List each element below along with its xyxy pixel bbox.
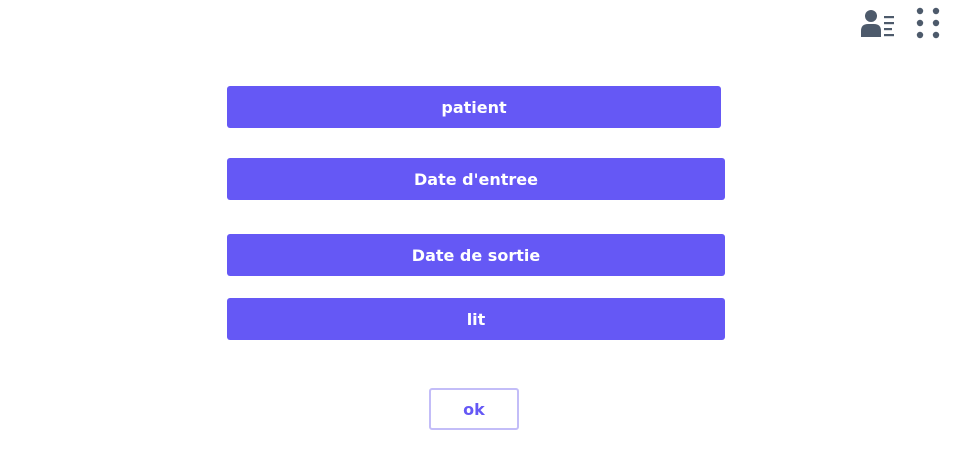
top-toolbar — [860, 7, 946, 39]
patient-button[interactable]: patient — [227, 86, 721, 128]
ok-button[interactable]: ok — [429, 388, 519, 430]
page: patient Date d'entree Date de sortie lit… — [0, 0, 968, 456]
more-dots-icon — [916, 7, 940, 39]
entry-date-button[interactable]: Date d'entree — [227, 158, 725, 200]
exit-date-button[interactable]: Date de sortie — [227, 234, 725, 276]
bed-button[interactable]: lit — [227, 298, 725, 340]
contact-list-button[interactable] — [860, 7, 896, 39]
contact-list-icon — [861, 10, 894, 37]
more-options-button[interactable] — [910, 7, 946, 39]
